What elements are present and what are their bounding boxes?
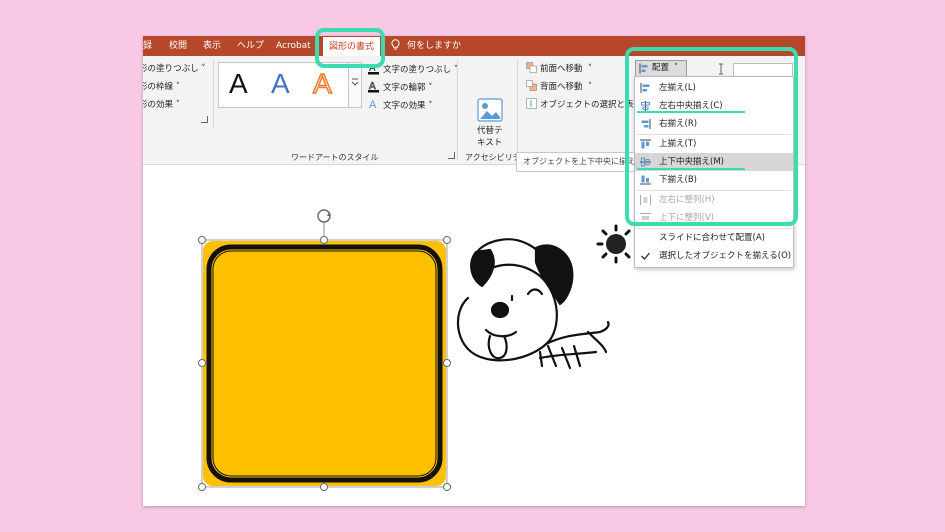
shape-format-tab-highlight bbox=[315, 28, 385, 68]
check-icon bbox=[641, 252, 650, 260]
align-center-underline bbox=[637, 111, 745, 113]
align-middle-underline bbox=[637, 168, 745, 170]
menu-item-align-selected-objects[interactable]: 選択したオブジェクトを揃える(O) bbox=[635, 247, 793, 265]
rotate-handle-icon[interactable] bbox=[317, 209, 331, 223]
sun-doodle-image[interactable] bbox=[596, 224, 631, 264]
slide-drawing-layer bbox=[198, 209, 631, 491]
dog-doodle-image[interactable] bbox=[456, 238, 610, 370]
yellow-rounded-square-shape[interactable] bbox=[201, 239, 448, 488]
align-menu-highlight bbox=[625, 47, 798, 226]
menu-item-align-to-slide[interactable]: スライドに合わせて配置(A) bbox=[635, 229, 793, 247]
